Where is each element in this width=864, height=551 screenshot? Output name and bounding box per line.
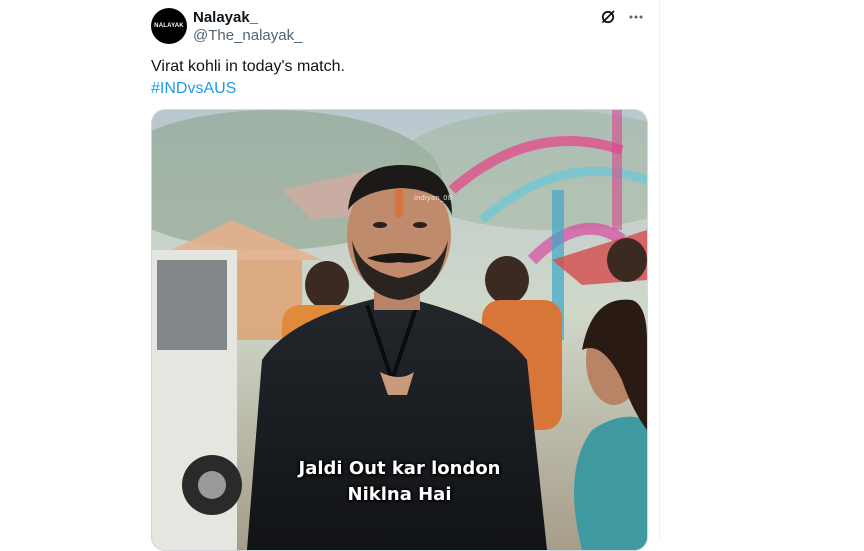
timeline-divider xyxy=(659,0,660,540)
more-icon[interactable] xyxy=(627,8,645,26)
avatar[interactable]: NALAYAK xyxy=(151,8,187,44)
watermark: indiyan_08 xyxy=(414,194,453,202)
tweet-top-actions xyxy=(599,8,645,26)
tweet-text: Virat kohli in today's match. #INDvsAUS xyxy=(151,56,345,100)
grok-icon[interactable] xyxy=(599,8,617,26)
tweet-body: Virat kohli in today's match. xyxy=(151,58,345,75)
display-name[interactable]: Nalayak_ xyxy=(193,9,258,26)
meme-caption-line2: Niklna Hai xyxy=(347,484,452,505)
avatar-text: NALAYAK xyxy=(154,23,184,29)
user-handle[interactable]: @The_nalayak_ xyxy=(193,27,302,44)
hashtag-link[interactable]: #INDvsAUS xyxy=(151,78,345,100)
tweet-card[interactable]: NALAYAK Nalayak_ @The_nalayak_ Virat koh… xyxy=(136,0,659,551)
tweet-media[interactable]: indiyan_08 Jaldi Out kar london Niklna H… xyxy=(151,109,648,551)
meme-caption-line1: Jaldi Out kar london xyxy=(298,458,501,479)
